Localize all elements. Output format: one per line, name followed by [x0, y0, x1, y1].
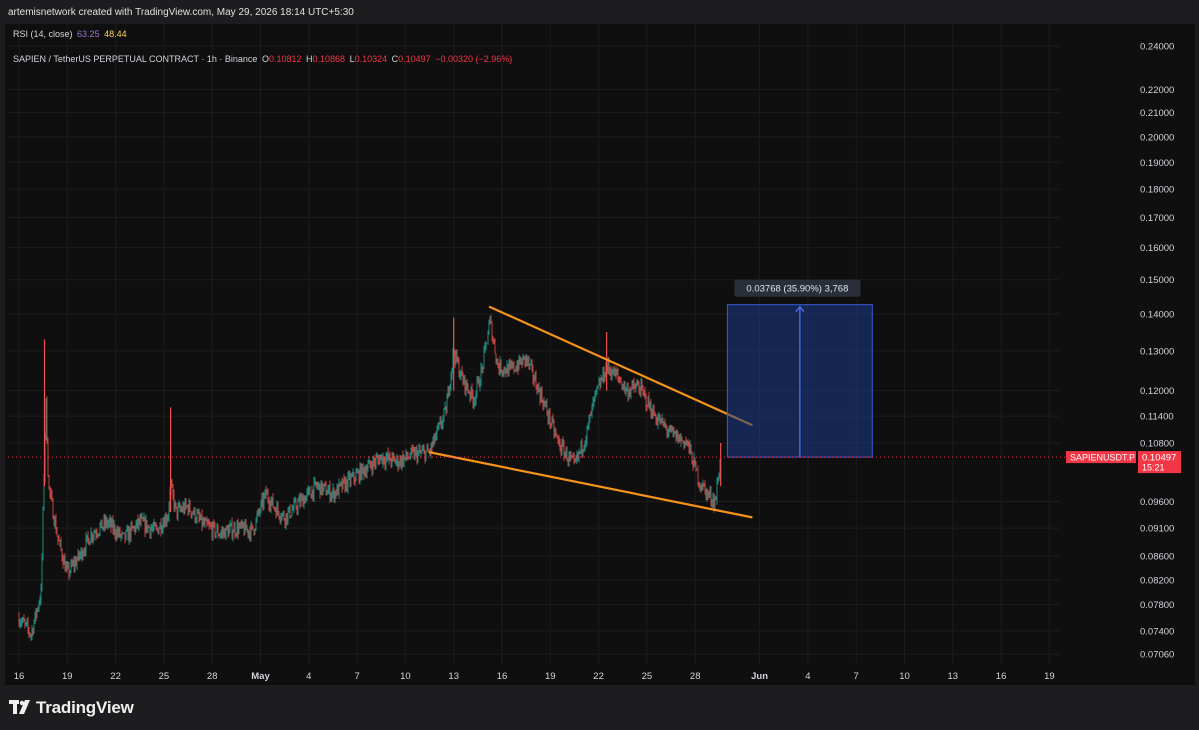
footer-bar — [0, 690, 1199, 730]
open-label: O — [261, 54, 269, 64]
rsi-label: RSI (14, close) — [13, 29, 73, 39]
time-tick-label: 4 — [306, 671, 311, 682]
price-tick-label: 0.13000 — [1140, 346, 1174, 357]
close-value: 0.10497 — [398, 54, 431, 64]
price-axis: 0.24000 0.22000 0.21000 0.20000 0.19000 0.180… — [1140, 42, 1174, 661]
price-tick-label: 0.21000 — [1140, 108, 1174, 119]
symbol-legend[interactable]: SAPIEN / TetherUS PERPETUAL CONTRACT · 1… — [13, 54, 514, 64]
price-tag: SAPIENUSDT.P 0.1049715:21 — [1066, 451, 1181, 474]
time-tick-label: 28 — [690, 671, 701, 682]
price-tick-label: 0.08200 — [1140, 575, 1174, 586]
price-tick-label: 0.16000 — [1140, 243, 1174, 254]
rsi-value-1: 63.25 — [77, 29, 100, 39]
time-tick-label: 19 — [545, 671, 556, 682]
price-tick-label: 0.20000 — [1140, 132, 1174, 143]
rsi-legend[interactable]: RSI (14, close) 63.25 48.44 — [13, 29, 129, 39]
tradingview-logo-icon — [9, 700, 30, 714]
high-value: 0.10868 — [312, 54, 346, 64]
drawing-overlays: 0.03768 (35.90%) 3,768 SAPIENUSDT.P 0.1049… — [8, 279, 1181, 519]
time-tick-label: May — [251, 671, 270, 682]
open-value: 0.10812 — [268, 54, 302, 64]
time-tick-label: 13 — [448, 671, 459, 682]
price-tag-countdown: 15:21 — [1142, 463, 1165, 473]
time-tick-label: 13 — [948, 671, 959, 682]
time-tick-label: 22 — [110, 671, 121, 682]
price-tick-label: 0.09600 — [1140, 497, 1174, 508]
price-tick-label: 0.07060 — [1140, 650, 1174, 661]
price-tick-label: 0.11400 — [1140, 412, 1174, 423]
time-tick-label: 28 — [207, 671, 218, 682]
measure-label-text: 0.03768 (35.90%) 3,768 — [746, 284, 848, 295]
time-tick-label: 22 — [593, 671, 604, 682]
time-tick-label: 25 — [159, 671, 170, 682]
time-tick-label: 10 — [899, 671, 910, 682]
symbol-tag-text: SAPIENUSDT.P — [1070, 453, 1135, 463]
price-tick-label: 0.15000 — [1140, 275, 1174, 286]
time-tick-label: 25 — [642, 671, 653, 682]
symbol-name: SAPIEN / TetherUS PERPETUAL CONTRACT · 1… — [13, 54, 258, 64]
price-tick-label: 0.14000 — [1140, 310, 1174, 321]
time-axis: 16 19 22 25 28 May 4 7 10 13 16 19 22 25 28 Jun 4 7 10 13 16… — [14, 671, 1055, 682]
time-tick-label: 7 — [354, 671, 359, 682]
price-tick-label: 0.24000 — [1140, 42, 1174, 53]
price-tick-label: 0.10800 — [1140, 438, 1174, 449]
price-chart[interactable]: 0.03768 (35.90%) 3,768SAPIENUSDT.P 0.1049… — [0, 0, 1199, 690]
time-tick-label: 10 — [400, 671, 411, 682]
time-tick-label: 16 — [497, 671, 508, 682]
price-tick-label: 0.22000 — [1140, 85, 1174, 96]
time-tick-label: 19 — [1044, 671, 1055, 682]
price-tick-label: 0.07800 — [1140, 600, 1174, 611]
time-tick-label: 19 — [62, 671, 73, 682]
brand-name: TradingView — [36, 698, 134, 717]
time-tick-label: 16 — [14, 671, 25, 682]
rsi-value-2: 48.44 — [104, 29, 127, 39]
low-label: L — [349, 54, 355, 64]
chart-grid — [8, 24, 1060, 665]
price-tick-label: 0.09100 — [1140, 524, 1174, 535]
change-value: −0.00320 (−2.96%) — [435, 54, 513, 64]
price-tick-label: 0.07400 — [1140, 626, 1174, 637]
time-tick-label: 7 — [854, 671, 859, 682]
time-tick-label: 4 — [805, 671, 810, 682]
price-tick-label: 0.12000 — [1140, 386, 1174, 397]
measure-label: 0.03768 (35.90%) 3,768 — [734, 279, 861, 297]
price-tick-label: 0.19000 — [1140, 158, 1174, 169]
low-value: 0.10324 — [354, 54, 388, 64]
price-tick-label: 0.18000 — [1140, 185, 1174, 196]
time-tick-label: 16 — [996, 671, 1007, 682]
price-tick-label: 0.17000 — [1140, 213, 1174, 224]
time-tick-label: Jun — [751, 671, 768, 682]
high-label: H — [306, 54, 313, 64]
price-tick-label: 0.08600 — [1140, 552, 1174, 563]
